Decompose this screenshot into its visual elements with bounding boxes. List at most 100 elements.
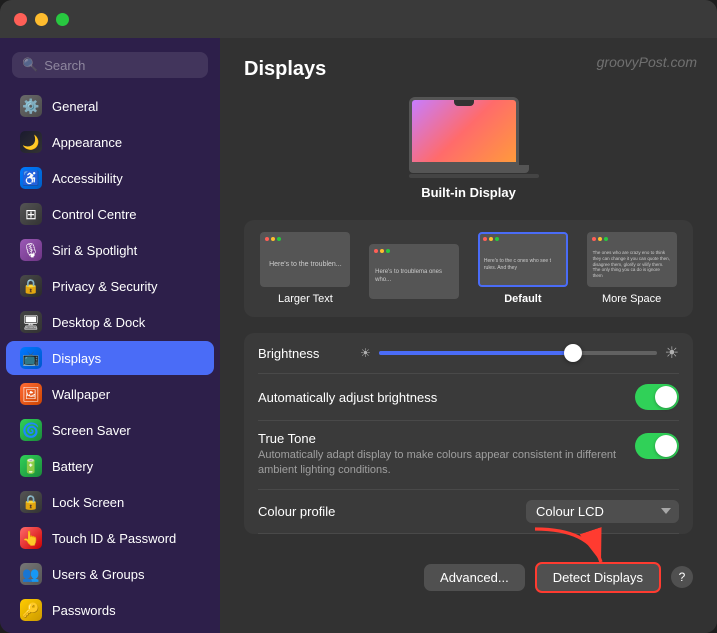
sidebar-item-users[interactable]: 👥 Users & Groups [6,557,214,591]
sidebar-item-battery[interactable]: 🔋 Battery [6,449,214,483]
auto-brightness-knob [655,386,677,408]
close-button[interactable] [14,13,27,26]
main-content: groovyPost.com Displays Built-in Display [220,38,717,633]
bottom-bar: Advanced... Detect Displays ? [244,548,693,597]
screensaver-icon: 🌀 [20,419,42,441]
sidebar-label-lock: Lock Screen [52,495,124,510]
sidebar-item-lock[interactable]: 🔒 Lock Screen [6,485,214,519]
settings-section: Brightness ☀ ☀ Automatically adjust brig… [244,333,693,534]
auto-brightness-toggle[interactable] [635,384,679,410]
resolution-label-more: More Space [602,293,661,305]
title-bar [0,0,717,38]
sidebar-item-accessibility[interactable]: ♿ Accessibility [6,161,214,195]
sidebar-item-displays[interactable]: 📺 Displays [6,341,214,375]
sidebar-item-general[interactable]: ⚙️ General [6,89,214,123]
macbook-notch [454,100,474,106]
resolution-option2[interactable]: Here's to troublema ones who... [369,244,459,305]
true-tone-label: True Tone [258,431,619,446]
resolution-larger-text[interactable]: Here's to the troublen... Larger Text [260,232,350,305]
brightness-label: Brightness [258,346,348,361]
appearance-icon: 🌙 [20,131,42,153]
sidebar-item-screensaver[interactable]: 🌀 Screen Saver [6,413,214,447]
sidebar-label-screensaver: Screen Saver [52,423,131,438]
sidebar-label-users: Users & Groups [52,567,144,582]
dot-green-3 [495,237,499,241]
colour-profile-row: Colour profile Colour LCD sRGB IEC61966-… [258,490,679,534]
sidebar-label-siri: Siri & Spotlight [52,243,137,258]
colour-profile-label: Colour profile [258,504,335,519]
resolution-more-space[interactable]: The ones who are crazy eno to think they… [587,232,677,305]
search-placeholder: Search [44,58,85,73]
true-tone-knob [655,435,677,457]
thumb-dots-more [592,237,608,241]
brightness-low-icon: ☀ [360,346,371,360]
arrow-indicator [523,518,613,573]
resolution-thumb-larger: Here's to the troublen... [260,232,350,287]
macbook-preview [409,97,529,177]
battery-icon: 🔋 [20,455,42,477]
resolution-default[interactable]: Here's to the c ones who see t rules. An… [478,232,568,305]
thumb-content-larger: Here's to the troublen... [265,256,346,273]
brightness-slider-fill [379,351,574,355]
dot-green [277,237,281,241]
true-tone-row: True Tone Automatically adapt display to… [258,421,679,490]
help-button[interactable]: ? [671,566,693,588]
resolution-thumb-default: Here's to the c ones who see t rules. An… [478,232,568,287]
thumb-content-default: Here's to the c ones who see t rules. An… [480,254,566,275]
sidebar-item-wallpaper[interactable]: 🖼 Wallpaper [6,377,214,411]
macbook-foot [409,174,539,178]
advanced-button[interactable]: Advanced... [424,564,525,591]
watermark: groovyPost.com [597,54,697,70]
search-container: 🔍 Search [0,46,220,88]
display-label: Built-in Display [421,185,516,200]
resolution-thumb-more: The ones who are crazy eno to think they… [587,232,677,287]
sidebar-item-privacy[interactable]: 🔒 Privacy & Security [6,269,214,303]
dot-yellow [271,237,275,241]
dot-green-2 [386,249,390,253]
thumb-content-more: The ones who are crazy eno to think they… [589,246,675,283]
sidebar-item-desktop[interactable]: 🖥 Desktop & Dock [6,305,214,339]
wallpaper-icon: 🖼 [20,383,42,405]
maximize-button[interactable] [56,13,69,26]
sidebar-item-touchid[interactable]: 👆 Touch ID & Password [6,521,214,555]
users-icon: 👥 [20,563,42,585]
resolution-thumb-2: Here's to troublema ones who... [369,244,459,299]
privacy-icon: 🔒 [20,275,42,297]
brightness-slider-thumb[interactable] [564,344,582,362]
dot-yellow-2 [380,249,384,253]
sidebar-label-general: General [52,99,98,114]
dot-red-4 [592,237,596,241]
dot-yellow-4 [598,237,602,241]
displays-icon: 📺 [20,347,42,369]
display-preview: Built-in Display [244,97,693,200]
sidebar-item-internet[interactable]: 🌐 Internet Accounts [6,629,214,633]
lock-icon: 🔒 [20,491,42,513]
dot-red [265,237,269,241]
sidebar-item-siri[interactable]: 🎙 Siri & Spotlight [6,233,214,267]
auto-brightness-label: Automatically adjust brightness [258,390,437,405]
macbook-screen [409,97,519,165]
sidebar-label-privacy: Privacy & Security [52,279,157,294]
sidebar-item-passwords[interactable]: 🔑 Passwords [6,593,214,627]
sidebar-label-desktop: Desktop & Dock [52,315,145,330]
macbook-base [409,165,529,173]
true-tone-toggle[interactable] [635,433,679,459]
thumb-dots-default [483,237,499,241]
dot-green-4 [604,237,608,241]
search-box[interactable]: 🔍 Search [12,52,208,78]
sidebar-item-control-centre[interactable]: ⊞ Control Centre [6,197,214,231]
passwords-icon: 🔑 [20,599,42,621]
brightness-high-icon: ☀ [665,343,679,363]
resolution-label-larger: Larger Text [278,293,333,305]
sidebar-label-battery: Battery [52,459,93,474]
sidebar-label-appearance: Appearance [52,135,122,150]
auto-brightness-row: Automatically adjust brightness [258,374,679,421]
thumb-dots-larger [265,237,281,241]
accessibility-icon: ♿ [20,167,42,189]
sidebar-item-appearance[interactable]: 🌙 Appearance [6,125,214,159]
minimize-button[interactable] [35,13,48,26]
sidebar-label-control-centre: Control Centre [52,207,137,222]
brightness-slider-track[interactable] [379,351,657,355]
sidebar-label-touchid: Touch ID & Password [52,531,176,546]
dot-yellow-3 [489,237,493,241]
